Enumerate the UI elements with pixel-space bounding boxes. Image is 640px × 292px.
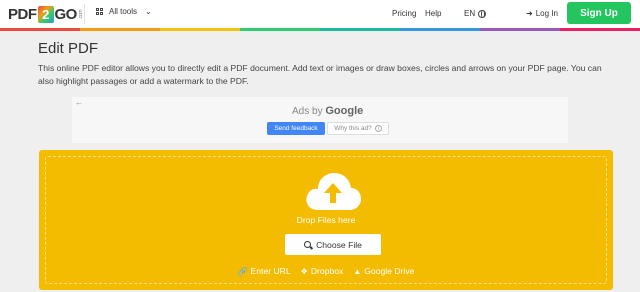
choose-file-label: Choose File [316, 239, 362, 250]
site-header: PDF 2 GO .com All tools ⌄ Pricing Help E… [0, 0, 640, 28]
drop-files-text: Drop Files here [296, 215, 356, 225]
dropbox-label: Dropbox [310, 266, 344, 276]
help-link[interactable]: Help [425, 9, 441, 18]
enter-url-link[interactable]: 🔗 Enter URL [238, 266, 291, 276]
login-label: Log In [535, 9, 558, 18]
language-label: EN [464, 9, 476, 18]
globe-icon [478, 9, 487, 18]
grid-icon [96, 8, 103, 15]
ad-banner: ← Ads by Google Send feedback Why this a… [72, 97, 568, 143]
page-title: Edit PDF [38, 40, 99, 57]
signup-button[interactable]: Sign Up [567, 2, 631, 24]
login-icon: ➜ [526, 9, 533, 18]
rainbow-segment [560, 28, 640, 31]
pdf2go-logo[interactable]: PDF 2 GO .com [8, 5, 84, 23]
choose-file-button[interactable]: Choose File [285, 234, 381, 255]
google-drive-icon: ▲ [353, 266, 362, 276]
rainbow-bar [0, 28, 640, 31]
ads-by-label: Ads by [292, 106, 323, 117]
rainbow-segment [480, 28, 560, 31]
header-divider [84, 4, 85, 24]
link-icon: 🔗 [237, 266, 248, 276]
rainbow-segment [160, 28, 240, 31]
logo-pdf-text: PDF [8, 5, 37, 23]
page-description: This online PDF editor allows you to dir… [38, 63, 602, 86]
cloud-upload-icon [306, 173, 361, 210]
rainbow-segment [0, 28, 80, 31]
rainbow-segment [400, 28, 480, 31]
all-tools-label: All tools [109, 7, 138, 16]
search-icon [304, 241, 312, 248]
enter-url-label: Enter URL [250, 266, 291, 276]
drop-zone-border: Drop Files here Choose File 🔗 Enter URL … [45, 156, 607, 284]
why-this-ad-label: Why this ad? [334, 125, 372, 132]
file-drop-zone[interactable]: Drop Files here Choose File 🔗 Enter URL … [39, 150, 613, 290]
google-drive-label: Google Drive [364, 266, 415, 276]
language-selector[interactable]: EN [464, 9, 487, 18]
login-link[interactable]: ➜ Log In [526, 9, 558, 18]
pricing-link[interactable]: Pricing [392, 9, 416, 18]
logo-dotcom-text: .com [77, 9, 84, 19]
logo-two-badge: 2 [37, 5, 54, 23]
chevron-down-icon: ⌄ [145, 7, 152, 16]
dropbox-icon: ❖ [300, 266, 308, 276]
info-icon: i [374, 125, 382, 132]
ad-back-arrow-icon[interactable]: ← [75, 98, 83, 107]
google-drive-link[interactable]: ▲ Google Drive [353, 266, 414, 276]
rainbow-segment [80, 28, 160, 31]
google-label: Google [325, 105, 364, 117]
rainbow-segment [240, 28, 320, 31]
send-feedback-button[interactable]: Send feedback [267, 122, 325, 135]
why-this-ad-button[interactable]: Why this ad? i [327, 122, 389, 135]
rainbow-segment [320, 28, 400, 31]
upload-sources: 🔗 Enter URL ❖ Dropbox ▲ Google Drive [46, 266, 606, 276]
all-tools-menu[interactable]: All tools ⌄ [96, 7, 152, 16]
dropbox-link[interactable]: ❖ Dropbox [301, 266, 344, 276]
logo-go-text: GO [54, 5, 78, 23]
ads-by-google: Ads by Google [292, 105, 363, 117]
